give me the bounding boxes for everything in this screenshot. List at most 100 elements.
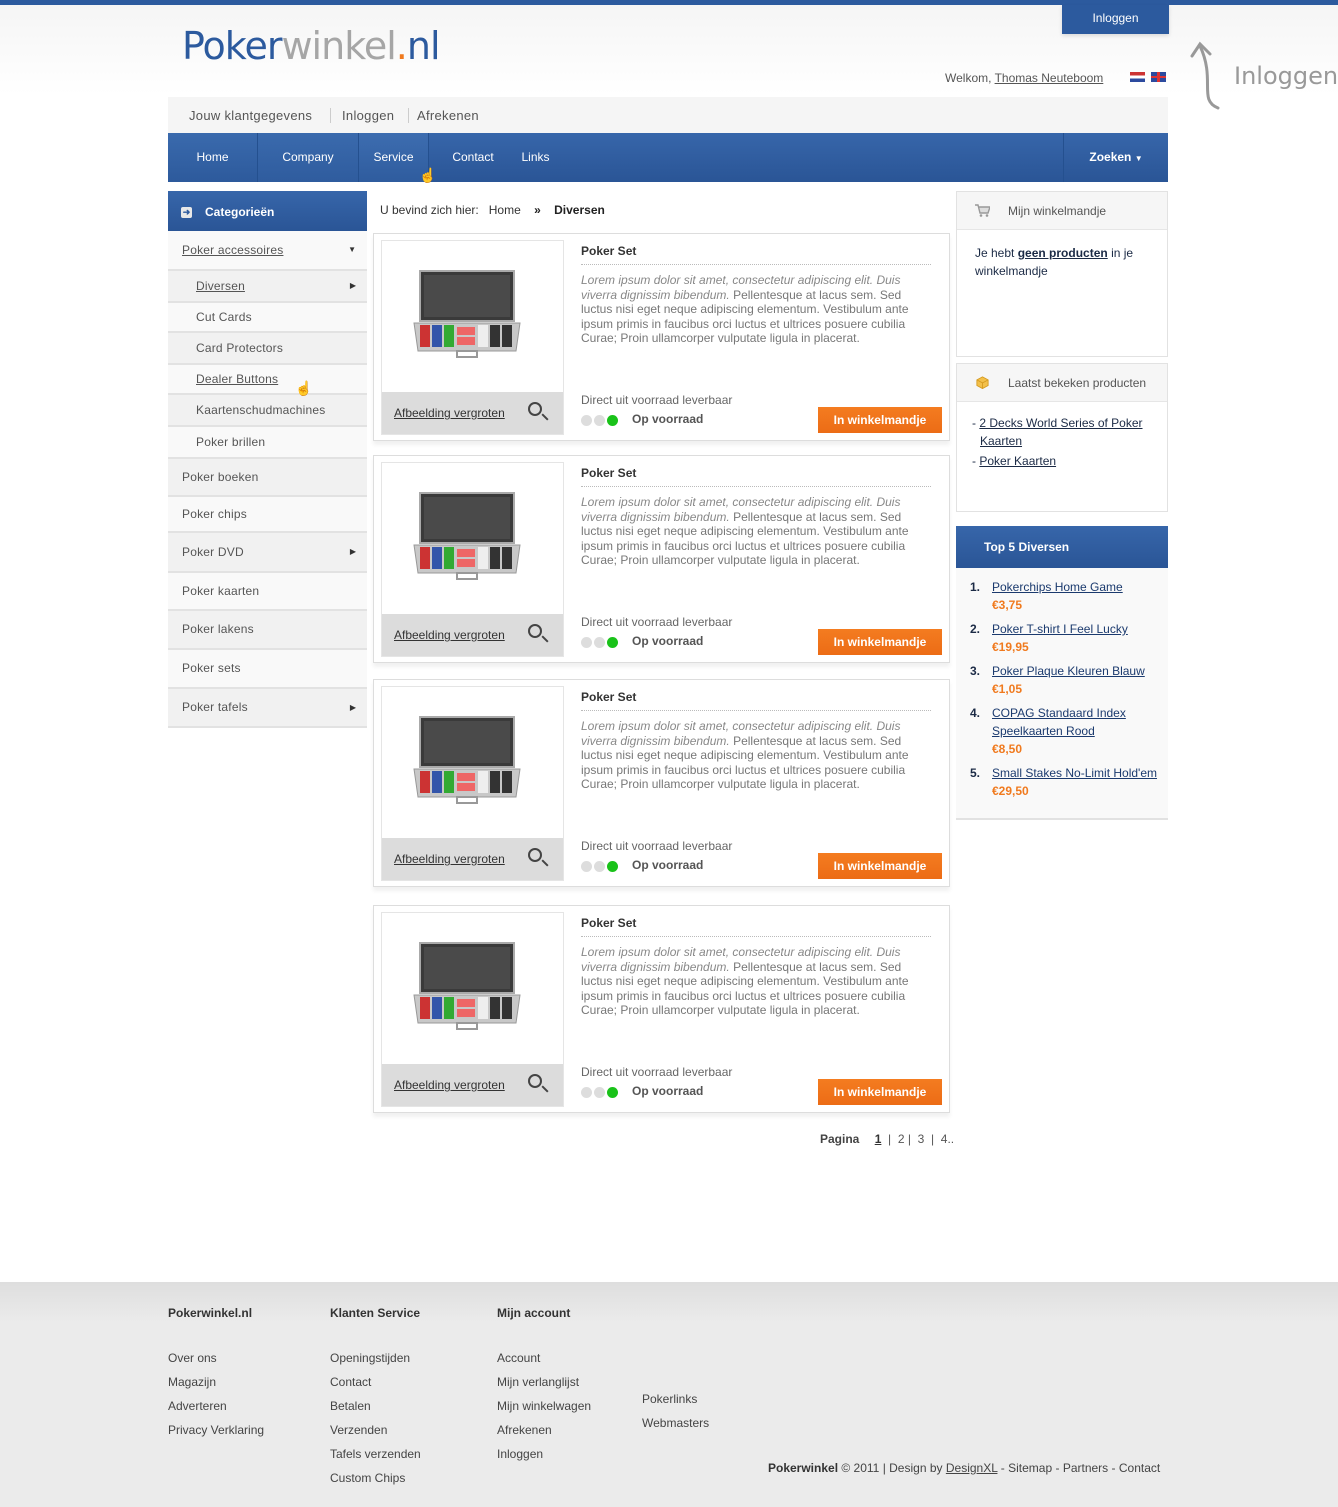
top5-product-link[interactable]: COPAG Standaard Index Speelkaarten Rood <box>992 706 1126 738</box>
stock-indicator <box>581 861 620 875</box>
footer-link[interactable]: Webmasters <box>642 1411 709 1435</box>
category-item[interactable]: Poker kaarten <box>168 573 367 611</box>
footer-link[interactable]: Openingstijden <box>330 1346 421 1370</box>
nav-contact[interactable]: Contact <box>443 133 503 182</box>
footer-link[interactable]: Adverteren <box>168 1394 264 1418</box>
top5-product-link[interactable]: Poker T-shirt I Feel Lucky <box>992 622 1128 636</box>
footer-link[interactable]: Account <box>497 1346 591 1370</box>
title-divider <box>581 710 931 711</box>
footer-link[interactable]: Contact <box>330 1370 421 1394</box>
magnifier-icon[interactable] <box>528 402 542 416</box>
breadcrumb-home[interactable]: Home <box>489 203 521 217</box>
category-item[interactable]: Kaartenschudmachines <box>168 395 367 427</box>
footer-link[interactable]: Verzenden <box>330 1418 421 1442</box>
category-item[interactable]: Poker accessoires ▼ <box>168 231 367 271</box>
partners-link[interactable]: Partners <box>1063 1461 1108 1475</box>
add-to-cart-button[interactable]: In winkelmandje <box>818 629 942 655</box>
category-item[interactable]: Poker boeken <box>168 459 367 497</box>
subnav-afrekenen[interactable]: Afrekenen <box>417 108 479 123</box>
search-dropdown-button[interactable]: Zoeken ▼ <box>1063 133 1168 182</box>
recent-item-link[interactable]: Poker Kaarten <box>979 454 1056 468</box>
enlarge-image-link[interactable]: Afbeelding vergroten <box>394 406 505 420</box>
designer-link[interactable]: DesignXL <box>946 1461 998 1475</box>
top5-price: €8,50 <box>992 742 1023 756</box>
product-image[interactable]: Afbeelding vergroten <box>381 240 564 435</box>
recent-item-link[interactable]: 2 Decks World Series of Poker Kaarten <box>979 416 1142 448</box>
image-caption-bar: Afbeelding vergroten <box>382 1064 563 1106</box>
top5-product-link[interactable]: Poker Plaque Kleuren Blauw <box>992 664 1145 678</box>
product-image[interactable]: Afbeelding vergroten <box>381 462 564 657</box>
top5-item: 2. Poker T-shirt I Feel Lucky €19,95 <box>970 620 1168 656</box>
page-1-link[interactable]: 1 <box>875 1132 882 1146</box>
category-item[interactable]: Card Protectors <box>168 333 367 365</box>
sitemap-link[interactable]: Sitemap <box>1008 1461 1052 1475</box>
nav-links[interactable]: Links <box>513 133 558 182</box>
category-item[interactable]: Diversen ▶ <box>168 271 367 303</box>
footer-link[interactable]: Mijn winkelwagen <box>497 1394 591 1418</box>
subnav-klantgegevens[interactable]: Jouw klantgegevens <box>189 108 312 123</box>
package-icon <box>976 376 989 389</box>
footer-link[interactable]: Custom Chips <box>330 1466 421 1490</box>
product-image[interactable]: Afbeelding vergroten <box>381 912 564 1107</box>
category-item[interactable]: Poker DVD ▶ <box>168 533 367 573</box>
product-title[interactable]: Poker Set <box>581 466 636 480</box>
enlarge-image-link[interactable]: Afbeelding vergroten <box>394 628 505 642</box>
category-item[interactable]: Dealer Buttons <box>168 365 367 395</box>
product-title[interactable]: Poker Set <box>581 916 636 930</box>
top5-rank: 3. <box>970 664 981 678</box>
footer-link[interactable]: Privacy Verklaring <box>168 1418 264 1442</box>
breadcrumb-current: Diversen <box>554 203 605 217</box>
page-4-link[interactable]: 4.. <box>941 1132 954 1146</box>
chevron-down-icon: ▼ <box>1134 154 1143 163</box>
footer-link[interactable]: Mijn verlanglijst <box>497 1370 591 1394</box>
footer-link[interactable]: Pokerlinks <box>642 1387 709 1411</box>
magnifier-icon[interactable] <box>528 848 542 862</box>
product-image[interactable]: Afbeelding vergroten <box>381 686 564 881</box>
footer-link[interactable]: Tafels verzenden <box>330 1442 421 1466</box>
magnifier-icon[interactable] <box>528 624 542 638</box>
footer-link[interactable]: Inloggen <box>497 1442 591 1466</box>
nav-home[interactable]: Home <box>168 133 258 182</box>
category-item[interactable]: Cut Cards <box>168 303 367 333</box>
no-products-link[interactable]: geen producten <box>1018 246 1108 260</box>
top5-product-link[interactable]: Small Stakes No-Limit Hold'em <box>992 766 1157 780</box>
uk-flag-icon[interactable] <box>1151 72 1166 82</box>
user-name-link[interactable]: Thomas Neuteboom <box>995 71 1104 85</box>
footer-link[interactable]: Afrekenen <box>497 1418 591 1442</box>
enlarge-image-link[interactable]: Afbeelding vergroten <box>394 1078 505 1092</box>
site-logo[interactable]: Pokerwinkel.nl <box>182 24 441 68</box>
category-item[interactable]: Poker sets <box>168 650 367 689</box>
stock-indicator-dot <box>594 861 605 872</box>
product-title[interactable]: Poker Set <box>581 690 636 704</box>
stock-status: Op voorraad <box>632 634 704 648</box>
category-list: Poker accessoires ▼ Diversen ▶ Cut Cards Card… <box>168 231 367 728</box>
nl-flag-icon[interactable] <box>1130 72 1145 82</box>
category-item[interactable]: Poker brillen <box>168 427 367 459</box>
subnav-inloggen[interactable]: Inloggen <box>342 108 394 123</box>
top5-list: 1. Pokerchips Home Game €3,75 2. Poker T-shi… <box>956 568 1168 820</box>
product-title[interactable]: Poker Set <box>581 244 636 258</box>
nav-company[interactable]: Company <box>258 133 359 182</box>
recent-item: - Poker Kaarten <box>972 454 1057 468</box>
magnifier-icon[interactable] <box>528 1074 542 1088</box>
add-to-cart-button[interactable]: In winkelmandje <box>818 407 942 433</box>
footer-link[interactable]: Magazijn <box>168 1370 264 1394</box>
top5-product-link[interactable]: Pokerchips Home Game <box>992 580 1123 594</box>
stock-indicator <box>581 1087 620 1101</box>
page-3-link[interactable]: 3 <box>918 1132 925 1146</box>
footer-column-klantenservice: Klanten Service Openingstijden Contact Beta… <box>330 1306 421 1490</box>
footer-link[interactable]: Over ons <box>168 1346 264 1370</box>
category-item[interactable]: Poker chips <box>168 497 367 533</box>
add-to-cart-button[interactable]: In winkelmandje <box>818 1079 942 1105</box>
breadcrumb-separator: » <box>534 203 541 217</box>
product-description: Lorem ipsum dolor sit amet, consectetur … <box>581 719 909 791</box>
category-item[interactable]: Poker tafels ▶ <box>168 689 367 728</box>
enlarge-image-link[interactable]: Afbeelding vergroten <box>394 852 505 866</box>
page-2-link[interactable]: 2 <box>898 1132 905 1146</box>
contact-link[interactable]: Contact <box>1119 1461 1160 1475</box>
footer-link[interactable]: Betalen <box>330 1394 421 1418</box>
footer-column-extra: Pokerlinks Webmasters <box>642 1387 709 1435</box>
add-to-cart-button[interactable]: In winkelmandje <box>818 853 942 879</box>
category-item[interactable]: Poker lakens <box>168 611 367 650</box>
login-tab-button[interactable]: Inloggen <box>1062 5 1169 34</box>
